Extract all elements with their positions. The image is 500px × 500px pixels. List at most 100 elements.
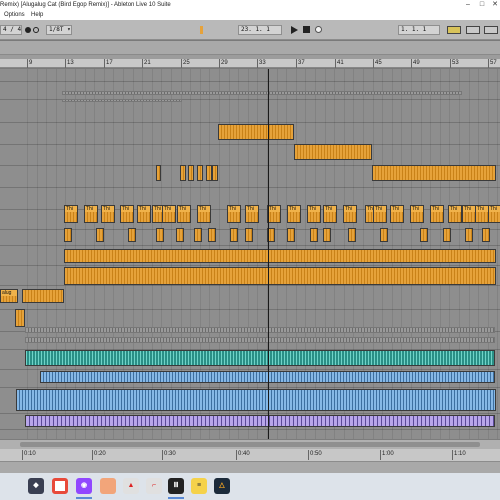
arrangement-clip[interactable] [25,350,495,366]
time-ruler[interactable]: 0:10 0:20 0:30 0:40 0:50 1:00 1:10 [0,449,500,461]
twitch-icon[interactable]: ◉ [76,478,92,494]
arrangement-clip[interactable] [323,228,331,242]
arrangement-clip[interactable] [22,289,64,303]
arrangement-clip[interactable]: Thi [390,205,404,223]
pdf-icon[interactable]: ▲ [123,478,139,494]
arrangement-clip[interactable] [180,165,186,181]
arrangement-clip[interactable] [348,228,356,242]
arrangement-overview[interactable] [0,41,500,54]
arrangement-clip[interactable]: Thi [137,205,151,223]
arrangement-clip[interactable] [64,249,496,263]
arrangement-clip[interactable] [245,228,253,242]
arrangement-clip[interactable]: Thi [64,205,78,223]
arrangement-clip[interactable]: Thi [448,205,462,223]
arrangement-clip[interactable] [156,228,164,242]
arrangement-clip[interactable]: alug [0,289,18,303]
quantize-menu[interactable]: 1/8T ▾ [46,25,72,35]
arrangement-clip[interactable] [96,228,104,242]
arrangement-clip[interactable]: Thi [373,205,387,223]
arrangement-clip[interactable]: Thi [245,205,259,223]
arrangement-clip[interactable]: Thi [162,205,176,223]
arrangement-clip[interactable] [176,228,184,242]
arrangement-clip[interactable] [443,228,451,242]
time-label: 1:00 [380,450,394,460]
arrangement-clip[interactable]: Thi [307,205,321,223]
punch-in-icon[interactable] [466,26,480,34]
arrangement-clip[interactable] [16,389,496,411]
chrome-icon[interactable] [52,478,68,494]
stop-button[interactable] [302,25,312,35]
arrangement-clip[interactable] [64,267,496,285]
playhead[interactable] [268,69,269,439]
scrollbar-thumb[interactable] [20,442,480,447]
maximize-icon[interactable]: □ [476,0,488,10]
live-icon[interactable]: Ⅲ [168,478,184,494]
arrangement-position-field[interactable]: 23. 1. 1 [238,25,282,35]
arrangement-clip[interactable]: Thi [475,205,489,223]
arrangement-tracks[interactable]: Thi Thi Thi Thi Thi Thi Thi Thi Thi Thi Thi Thi Thi T… [0,69,500,439]
grid-line [497,69,498,439]
loop-switch-icon[interactable] [447,26,461,34]
pdf-reader-icon[interactable]: ⌐ [146,478,162,494]
arrangement-clip[interactable]: Thi [488,205,500,223]
loop-start-field[interactable]: 1. 1. 1 [398,25,440,35]
arrangement-clip[interactable] [188,165,194,181]
arrangement-clip[interactable]: Thi [84,205,98,223]
clip-label: Thi [463,206,475,212]
arrangement-clip[interactable] [287,228,295,242]
arrangement-clip[interactable]: Thi [410,205,424,223]
arrangement-clip[interactable]: Thi [177,205,191,223]
arrangement-clip[interactable] [25,337,495,343]
arrangement-clip[interactable]: Thi [197,205,211,223]
clip-label: Thi [198,206,210,212]
play-button[interactable] [289,25,299,35]
arrangement-clip[interactable] [156,165,161,181]
minimize-icon[interactable]: – [462,0,474,10]
close-icon[interactable]: ✕ [489,0,500,10]
arrangement-clip[interactable] [420,228,428,242]
grid-line [56,69,57,439]
arrangement-clip[interactable]: Thi [267,205,281,223]
arrangement-clip[interactable] [25,415,495,427]
arrangement-clip[interactable] [380,228,388,242]
arrangement-clip[interactable] [212,165,218,181]
arrangement-clip[interactable] [482,228,490,242]
arrangement-clip[interactable] [64,228,72,242]
arrangement-clip[interactable] [465,228,473,242]
grid-line [37,69,38,439]
arrangement-clip[interactable] [15,309,25,327]
arrangement-clip[interactable]: Thi [120,205,134,223]
arrangement-clip[interactable] [208,228,216,242]
arrangement-clip[interactable]: Thi [287,205,301,223]
arrangement-clip[interactable] [25,327,495,333]
metronome-icon[interactable] [25,27,31,33]
arrangement-clip[interactable] [194,228,202,242]
arrangement-clip[interactable] [310,228,318,242]
arrangement-clip[interactable] [372,165,496,181]
punch-out-icon[interactable] [484,26,498,34]
arrangement-clip[interactable]: Thi [101,205,115,223]
arrangement-clip[interactable] [62,91,462,95]
horizontal-scrollbar[interactable] [0,439,500,449]
arrangement-clip[interactable] [218,124,294,140]
notes-icon[interactable]: ≡ [191,478,207,494]
time-signature-field[interactable]: 4 / 4 [0,25,22,35]
record-button[interactable] [314,25,324,35]
menu-help[interactable]: Help [31,10,43,20]
arrangement-clip[interactable]: Thi [227,205,241,223]
arrangement-clip[interactable]: Thi [343,205,357,223]
arrangement-clip[interactable] [230,228,238,242]
arrangement-clip[interactable]: Thi [462,205,476,223]
metronome-toggle-icon[interactable] [33,27,39,33]
menu-options[interactable]: Options [4,10,25,20]
arrangement-clip[interactable] [294,144,372,160]
gaming-app-icon[interactable]: ◆ [28,478,44,494]
beat-time-ruler[interactable]: 9 13 17 21 25 29 33 37 41 45 49 53 57 [0,59,500,68]
photo-app-icon[interactable] [100,478,116,494]
arrangement-clip[interactable]: Thi [323,205,337,223]
arrangement-clip[interactable] [128,228,136,242]
sibelius-icon[interactable]: △ [214,478,230,494]
arrangement-clip[interactable] [197,165,203,181]
arrangement-clip[interactable] [62,99,182,102]
arrangement-clip[interactable]: Thi [430,205,444,223]
